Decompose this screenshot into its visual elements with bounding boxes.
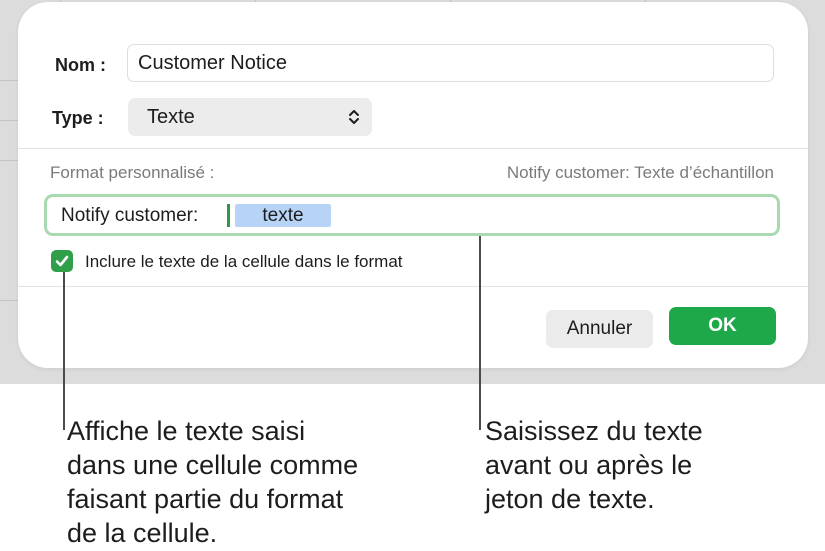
callout-right-line: avant ou après le — [485, 450, 693, 480]
callout-right-line: jeton de texte. — [485, 484, 655, 514]
callout-right-line: Saisissez du texte — [485, 416, 703, 446]
include-cell-text-label: Inclure le texte de la cellule dans le f… — [85, 252, 403, 271]
grid-line — [0, 160, 18, 161]
format-prefix-text: Notify customer: — [61, 205, 199, 226]
callout-left-line: faisant partie du format — [67, 484, 344, 514]
grid-line — [0, 120, 18, 121]
grid-line — [0, 300, 18, 301]
type-label: Type : — [52, 108, 104, 128]
include-cell-text-checkbox[interactable] — [51, 250, 73, 272]
name-field[interactable]: Customer Notice — [127, 44, 774, 82]
callout-left: Affiche le texte saisi dans une cellule … — [67, 414, 358, 550]
callout-left-line: Affiche le texte saisi — [67, 416, 306, 446]
sample-preview: Notify customer: Texte d’échantillon — [506, 163, 774, 182]
type-select[interactable]: Texte — [128, 98, 372, 136]
callout-leader-left — [63, 272, 65, 430]
divider — [18, 286, 808, 287]
text-caret — [227, 204, 230, 227]
cancel-button[interactable]: Annuler — [546, 310, 653, 348]
custom-format-dialog: Nom : Customer Notice Type : Texte Forma… — [18, 2, 808, 368]
ok-button[interactable]: OK — [669, 307, 776, 345]
type-select-value: Texte — [147, 106, 195, 128]
custom-format-field[interactable]: Notify customer: texte — [44, 194, 780, 236]
callout-left-line: de la cellule. — [67, 518, 218, 548]
checkmark-icon — [55, 255, 69, 267]
chevron-up-down-icon — [349, 110, 359, 124]
name-label: Nom : — [55, 55, 106, 75]
callout-right: Saisissez du texte avant ou après le jet… — [485, 414, 703, 516]
custom-format-label: Format personnalisé : — [50, 163, 215, 182]
callout-leader-right — [479, 236, 481, 430]
grid-line — [0, 80, 18, 81]
callout-left-line: dans une cellule comme — [67, 450, 359, 480]
divider — [18, 148, 808, 149]
text-token[interactable]: texte — [235, 204, 331, 227]
